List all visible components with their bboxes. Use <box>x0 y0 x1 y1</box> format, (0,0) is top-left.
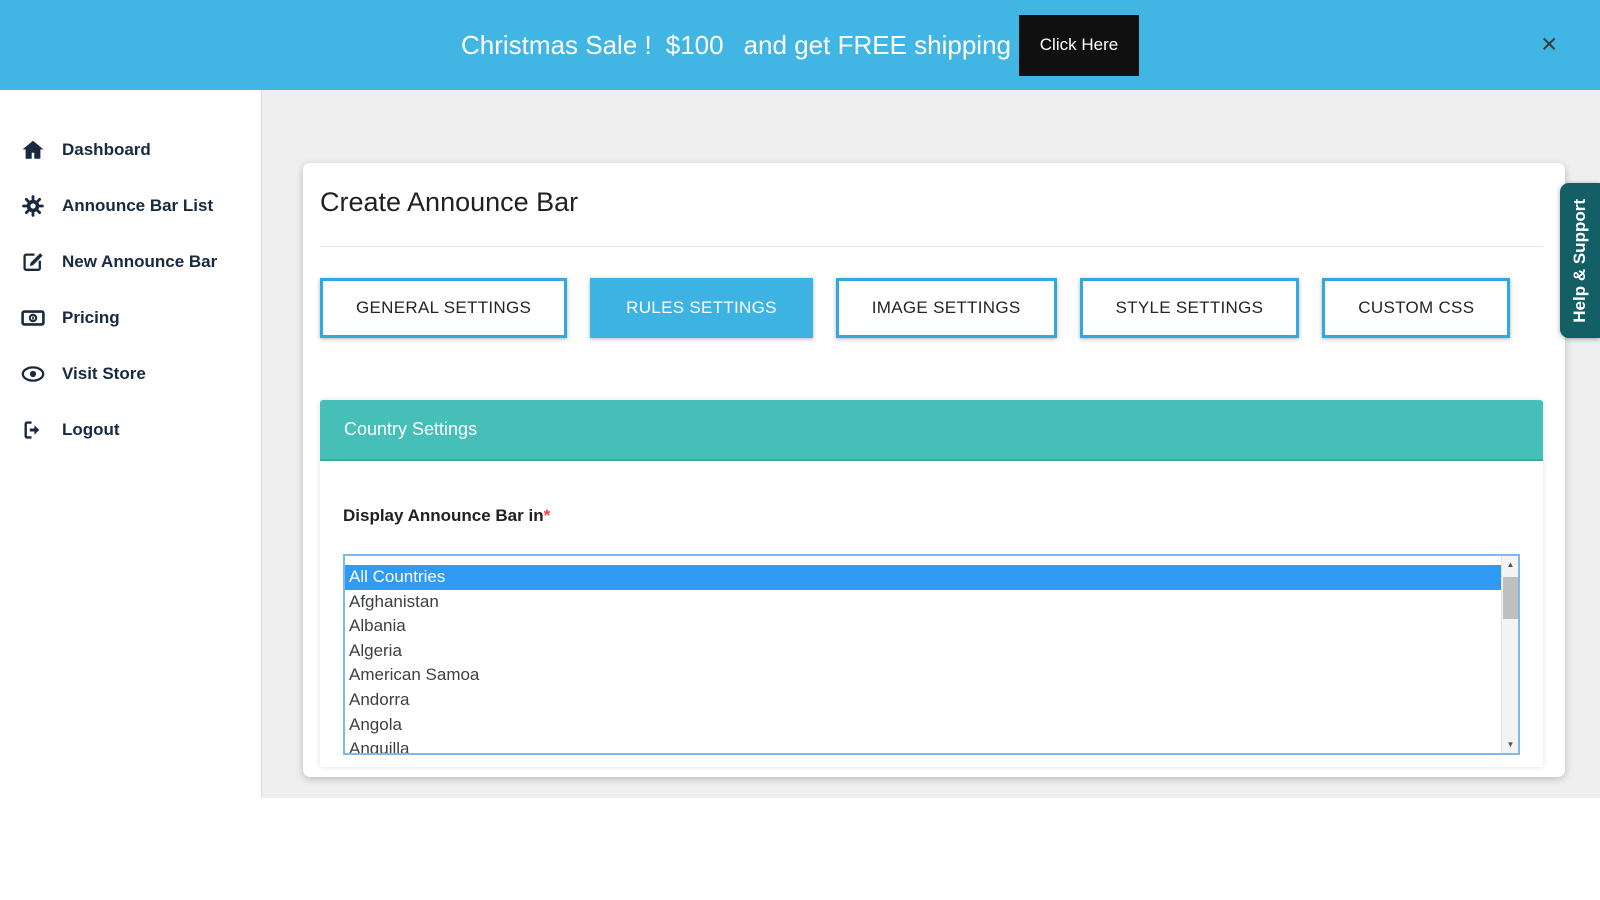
click-here-button[interactable]: Click Here <box>1019 15 1139 76</box>
listbox-option[interactable]: Algeria <box>345 639 1501 664</box>
country-multiselect-listbox[interactable]: All Countries Afghanistan Albania Algeri… <box>343 554 1520 755</box>
listbox-option[interactable]: Albania <box>345 614 1501 639</box>
sidebar-item-announce-bar-list[interactable]: Announce Bar List <box>0 178 261 234</box>
tab-custom-css[interactable]: CUSTOM CSS <box>1322 278 1510 338</box>
money-bill-icon <box>20 306 46 330</box>
page-title: Create Announce Bar <box>320 187 1543 218</box>
listbox-scrollbar[interactable]: ▲ ▼ <box>1501 556 1518 753</box>
tab-image-settings[interactable]: IMAGE SETTINGS <box>836 278 1057 338</box>
promo-text-2: and get FREE shipping <box>744 30 1011 61</box>
help-and-support-label: Help & Support <box>1570 199 1590 323</box>
sidebar-item-label: Announce Bar List <box>62 196 213 216</box>
promo-banner: Christmas Sale ! $100 and get FREE shipp… <box>0 0 1600 90</box>
sidebar-item-pricing[interactable]: Pricing <box>0 290 261 346</box>
sidebar-item-label: New Announce Bar <box>62 252 217 272</box>
display-announce-bar-in-label: Display Announce Bar in* <box>343 506 1543 526</box>
required-asterisk: * <box>544 506 551 525</box>
listbox-option[interactable]: American Samoa <box>345 663 1501 688</box>
sidebar-item-new-announce-bar[interactable]: New Announce Bar <box>0 234 261 290</box>
promo-message: Christmas Sale ! $100 and get FREE shipp… <box>461 30 1019 61</box>
country-settings-panel: Country Settings Display Announce Bar in… <box>320 400 1543 767</box>
field-label-text: Display Announce Bar in <box>343 506 544 525</box>
sidebar-item-label: Visit Store <box>62 364 146 384</box>
promo-text-1: Christmas Sale ! <box>461 30 652 61</box>
gear-icon <box>20 194 46 218</box>
logout-icon <box>20 418 46 442</box>
edit-icon <box>20 250 46 274</box>
sidebar-item-label: Dashboard <box>62 140 151 160</box>
sidebar-item-logout[interactable]: Logout <box>0 402 261 458</box>
title-divider <box>320 246 1543 247</box>
eye-icon <box>20 362 46 386</box>
scrollbar-thumb[interactable] <box>1503 577 1518 619</box>
scrollbar-down-icon[interactable]: ▼ <box>1502 736 1519 753</box>
tab-rules-settings[interactable]: RULES SETTINGS <box>590 278 813 338</box>
listbox-option[interactable]: Afghanistan <box>345 590 1501 615</box>
sidebar-item-label: Logout <box>62 420 120 440</box>
home-icon <box>20 138 46 162</box>
banner-close-icon[interactable]: ✕ <box>1540 35 1558 56</box>
tab-general-settings[interactable]: GENERAL SETTINGS <box>320 278 567 338</box>
create-announce-bar-card: Create Announce Bar GENERAL SETTINGS RUL… <box>303 163 1565 777</box>
settings-tabs: GENERAL SETTINGS RULES SETTINGS IMAGE SE… <box>320 278 1543 338</box>
scrollbar-up-icon[interactable]: ▲ <box>1502 556 1519 573</box>
sidebar-item-visit-store[interactable]: Visit Store <box>0 346 261 402</box>
help-and-support-tab[interactable]: Help & Support <box>1560 183 1600 338</box>
tab-style-settings[interactable]: STYLE SETTINGS <box>1080 278 1300 338</box>
sidebar-item-dashboard[interactable]: Dashboard <box>0 122 261 178</box>
promo-amount: $100 <box>666 30 724 61</box>
listbox-option-selected[interactable]: All Countries <box>345 565 1501 590</box>
sidebar-item-label: Pricing <box>62 308 120 328</box>
listbox-option[interactable]: Anguilla <box>345 737 1501 755</box>
listbox-option[interactable]: Andorra <box>345 688 1501 713</box>
listbox-option[interactable]: Angola <box>345 713 1501 738</box>
sidebar: Dashboard Announce Bar List <box>0 90 262 798</box>
country-settings-header: Country Settings <box>320 400 1543 461</box>
